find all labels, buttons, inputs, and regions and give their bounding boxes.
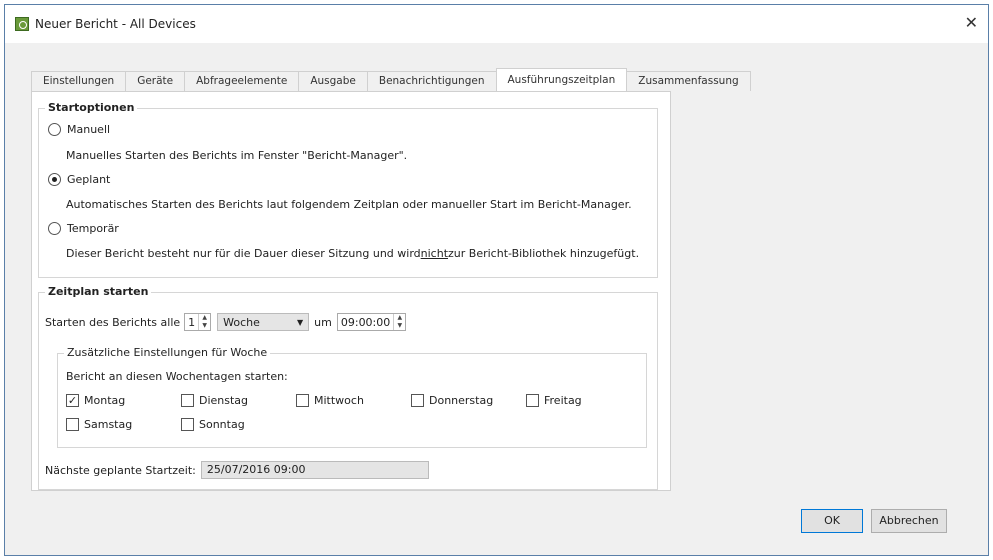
next-start-field: 25/07/2016 09:00 <box>200 461 429 479</box>
interval-row: Starten des Berichts alle 1 ▲ ▼ Woche ▼ um … <box>45 313 407 331</box>
tab-benachrichtigungen[interactable]: Benachrichtigungen <box>366 71 497 91</box>
checkbox-dienstag[interactable]: Dienstag <box>181 394 248 407</box>
tab-abfrageelemente[interactable]: Abfrageelemente <box>184 71 300 91</box>
desc-text: Dieser Bericht besteht nur für die Dauer… <box>66 247 421 260</box>
weekly-settings-group: Zusätzliche Einstellungen für Woche Beri… <box>57 346 647 448</box>
unit-dropdown[interactable]: Woche ▼ <box>217 313 310 331</box>
radio-scheduled[interactable]: Geplant <box>48 173 110 186</box>
checkbox-samstag[interactable]: Samstag <box>66 418 132 431</box>
stepper-arrows-icon[interactable]: ▲ ▼ <box>393 314 405 330</box>
schedule-group: Zeitplan starten Starten des Berichts al… <box>38 285 658 490</box>
ok-button[interactable]: OK <box>801 509 863 533</box>
checkbox[interactable] <box>296 394 309 407</box>
checkbox-label: Montag <box>84 394 126 407</box>
time-value[interactable]: 09:00:00 <box>338 316 393 329</box>
weekly-settings-title: Zusätzliche Einstellungen für Woche <box>64 346 271 359</box>
tab-einstellungen[interactable]: Einstellungen <box>31 71 127 91</box>
time-stepper[interactable]: 09:00:00 ▲ ▼ <box>336 313 407 331</box>
checkbox-freitag[interactable]: Freitag <box>526 394 582 407</box>
checkbox-sonntag[interactable]: Sonntag <box>181 418 245 431</box>
checkbox[interactable] <box>181 394 194 407</box>
start-options-title: Startoptionen <box>45 101 138 114</box>
checkbox[interactable] <box>181 418 194 431</box>
dialog-window: Neuer Bericht - All Devices ✕ Einstellun… <box>4 4 989 556</box>
radio-manual[interactable]: Manuell <box>48 123 110 136</box>
interval-value[interactable]: 1 <box>185 316 198 329</box>
cancel-button[interactable]: Abbrechen <box>871 509 947 533</box>
radio-button[interactable] <box>48 173 61 186</box>
radio-label: Geplant <box>67 173 111 186</box>
start-options-group: Startoptionen Manuell Manuelles Starten … <box>38 101 658 278</box>
schedule-title: Zeitplan starten <box>45 285 152 298</box>
tab-panel: Startoptionen Manuell Manuelles Starten … <box>31 91 671 491</box>
close-icon[interactable]: ✕ <box>965 13 978 32</box>
checkbox[interactable] <box>66 418 79 431</box>
next-start-label: Nächste geplante Startzeit: <box>45 463 196 477</box>
radio-button[interactable] <box>48 123 61 136</box>
report-app-icon <box>15 17 29 31</box>
stepper-arrows-icon[interactable]: ▲ ▼ <box>198 314 210 330</box>
checkbox-label: Donnerstag <box>429 394 494 407</box>
temporary-description: Dieser Bericht besteht nur für die Dauer… <box>66 247 639 260</box>
next-start-row: Nächste geplante Startzeit: 25/07/2016 0… <box>45 461 429 479</box>
tab-ausfuehrungszeitplan[interactable]: Ausführungszeitplan <box>495 68 628 91</box>
checkbox-label: Freitag <box>544 394 582 407</box>
tab-zusammenfassung[interactable]: Zusammenfassung <box>626 71 751 91</box>
title-bar: Neuer Bericht - All Devices ✕ <box>5 5 988 43</box>
radio-label: Temporär <box>67 222 119 235</box>
interval-stepper[interactable]: 1 ▲ ▼ <box>184 313 212 331</box>
at-label: um <box>314 315 332 329</box>
checkbox[interactable]: ✓ <box>66 394 79 407</box>
tab-ausgabe[interactable]: Ausgabe <box>298 71 368 91</box>
tab-geraete[interactable]: Geräte <box>125 71 186 91</box>
window-title: Neuer Bericht - All Devices <box>35 17 196 31</box>
checkbox-label: Samstag <box>84 418 133 431</box>
unit-value: Woche <box>223 315 260 329</box>
checkbox[interactable] <box>526 394 539 407</box>
checkbox-mittwoch[interactable]: Mittwoch <box>296 394 364 407</box>
interval-label: Starten des Berichts alle <box>45 315 181 329</box>
scheduled-description: Automatisches Starten des Berichts laut … <box>66 198 632 211</box>
manual-description: Manuelles Starten des Berichts im Fenste… <box>66 149 408 162</box>
tab-strip: Einstellungen Geräte Abfrageelemente Aus… <box>31 68 751 91</box>
desc-text: zur Bericht-Bibliothek hinzugefügt. <box>448 247 640 260</box>
checkbox-label: Mittwoch <box>314 394 364 407</box>
checkbox-donnerstag[interactable]: Donnerstag <box>411 394 493 407</box>
checkbox-label: Sonntag <box>199 418 245 431</box>
radio-button[interactable] <box>48 222 61 235</box>
chevron-down-icon: ▼ <box>297 317 304 327</box>
radio-label: Manuell <box>67 123 111 136</box>
desc-emphasis: nicht <box>420 247 449 260</box>
weekdays-label: Bericht an diesen Wochentagen starten: <box>66 370 288 383</box>
checkbox-montag[interactable]: ✓ Montag <box>66 394 125 407</box>
radio-temporary[interactable]: Temporär <box>48 222 119 235</box>
checkbox-label: Dienstag <box>199 394 249 407</box>
checkbox[interactable] <box>411 394 424 407</box>
